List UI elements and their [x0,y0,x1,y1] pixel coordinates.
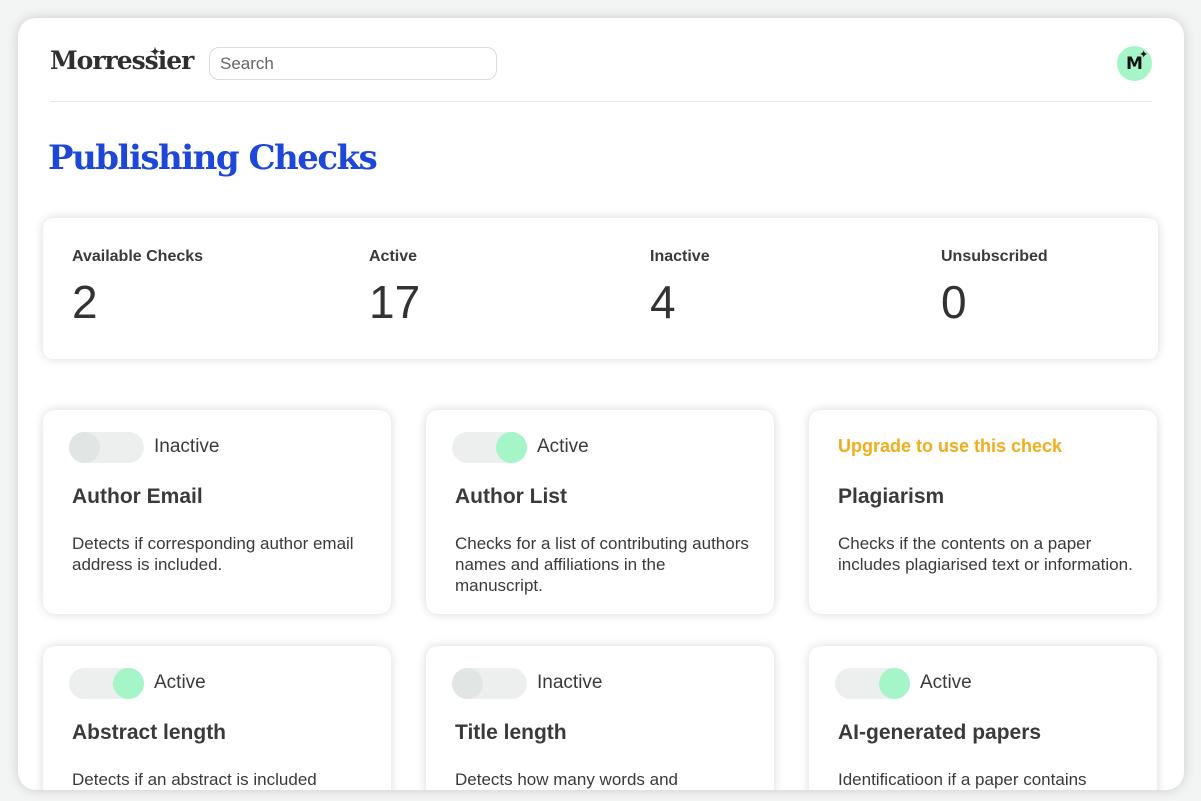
toggle-knob [452,668,483,699]
status-label: Active [537,436,589,457]
logo-text: Morressier [50,46,194,75]
check-card-author-list[interactable]: Active Author List Checks for a list of … [426,410,774,614]
check-card-author-email[interactable]: Inactive Author Email Detects if corresp… [43,410,391,614]
status-label: Active [154,672,206,693]
status-label: Inactive [154,436,220,457]
card-title: Abstract length [72,721,227,744]
card-title: AI-generated papers [838,721,1042,744]
check-card-abstract-length[interactable]: Active Abstract length Detects if an abs… [43,646,391,790]
card-header: Active [835,667,1135,699]
card-header: Active [69,667,369,699]
card-description: Detects how many words and [455,770,678,789]
search-input[interactable] [209,47,497,80]
stat-label: Unsubscribed [941,248,1048,265]
card-description: Identificatioon if a paper contains [838,770,1087,789]
stat-label: Inactive [650,248,710,265]
card-header: Upgrade to use this check [835,431,1135,463]
status-label: Inactive [537,672,603,693]
check-toggle[interactable] [69,668,144,699]
stat-value: 4 [650,276,676,328]
stat-available-checks: Available Checks 2 [72,248,203,330]
stats-panel: Available Checks 2 Active 17 Inactive 4 … [43,218,1158,359]
check-card-plagiarism[interactable]: Upgrade to use this check Plagiarism Che… [809,410,1157,614]
avatar-star-icon: ✦ [1139,48,1149,61]
card-header: Active [452,431,752,463]
card-description: Checks if the contents on a paper includ… [838,534,1133,574]
stat-inactive: Inactive 4 [650,248,710,330]
toggle-knob [69,432,100,463]
stat-active: Active 17 [369,248,420,330]
card-description: Detects if an abstract is included [72,770,317,789]
page-title: Publishing Checks [48,138,378,178]
stat-label: Available Checks [72,248,204,265]
toggle-knob [496,432,527,463]
check-card-title-length[interactable]: Inactive Title length Detects how many w… [426,646,774,790]
top-header: Morressier ✦ M ✦ [50,44,1152,102]
stat-label: Active [369,248,418,265]
check-toggle[interactable] [452,668,527,699]
upgrade-link[interactable]: Upgrade to use this check [838,436,1062,457]
avatar[interactable]: M ✦ [1117,46,1152,81]
check-toggle[interactable] [452,432,527,463]
morressier-logo[interactable]: Morressier ✦ [50,44,194,78]
card-header: Inactive [452,667,752,699]
toggle-knob [113,668,144,699]
card-description: Detects if corresponding author email ad… [72,534,354,574]
status-label: Active [920,672,972,693]
card-description: Checks for a list of contributing author… [455,534,749,595]
check-card-ai-generated-papers[interactable]: Active AI-generated papers Identificatio… [809,646,1157,790]
card-header: Inactive [69,431,369,463]
app-window: Morressier ✦ M ✦ Publishing Checks Avail… [18,18,1184,790]
stat-unsubscribed: Unsubscribed 0 [941,248,1048,330]
stat-value: 17 [369,276,421,328]
stat-value: 0 [941,276,967,328]
check-toggle[interactable] [69,432,144,463]
card-title: Title length [455,721,567,744]
card-title: Plagiarism [838,485,945,508]
stat-value: 2 [72,276,98,328]
check-toggle[interactable] [835,668,910,699]
card-title: Author Email [72,485,203,508]
toggle-knob [879,668,910,699]
card-title: Author List [455,485,567,508]
logo-star-icon: ✦ [150,45,160,59]
